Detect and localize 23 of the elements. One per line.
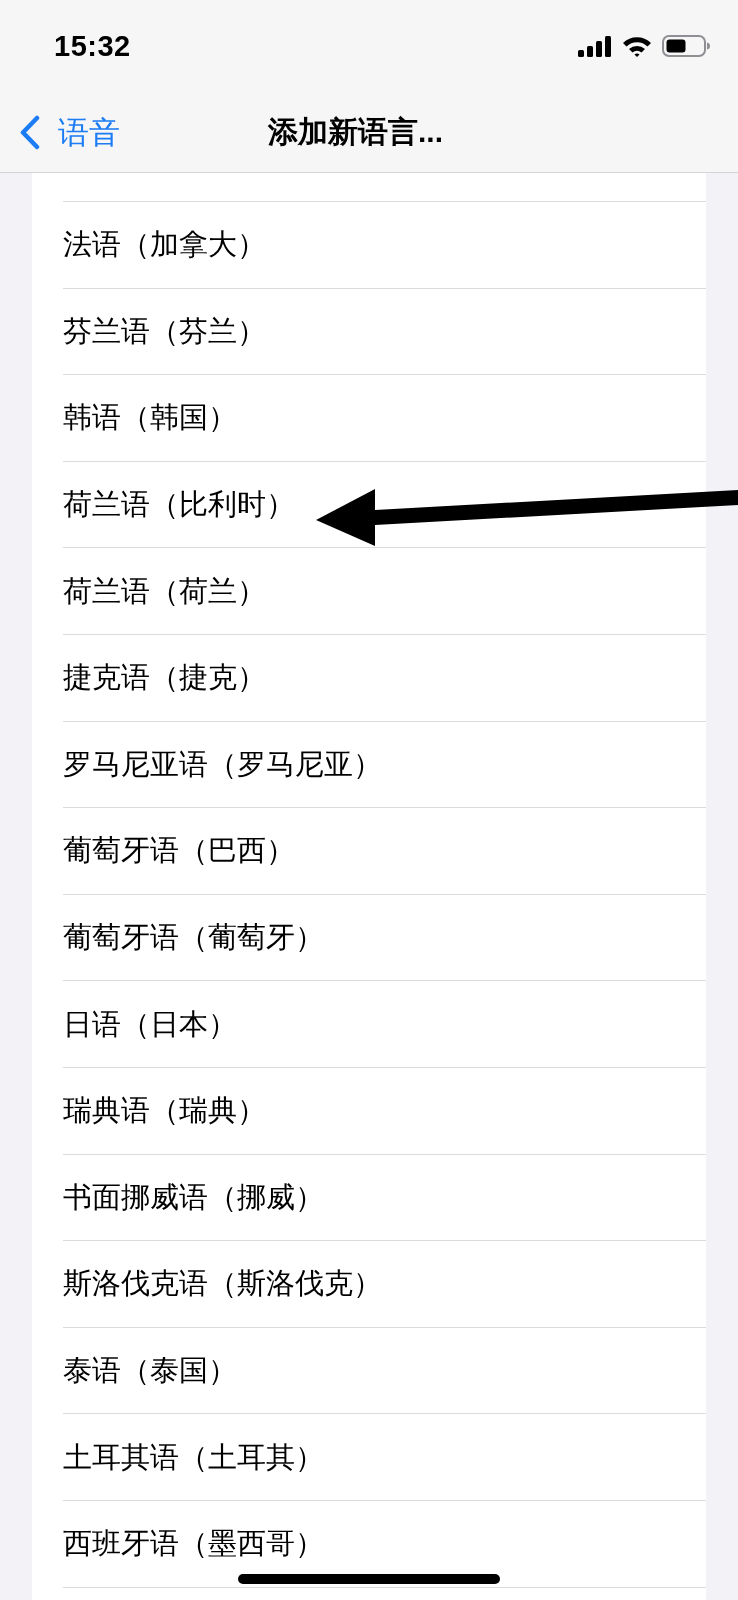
status-time: 15:32 — [54, 31, 131, 61]
language-item[interactable]: 捷克语（捷克） — [63, 663, 266, 693]
language-item[interactable]: 书面挪威语（挪威） — [63, 1182, 324, 1212]
language-item[interactable]: 芬兰语（芬兰） — [63, 316, 266, 346]
chevron-left-icon — [19, 114, 40, 150]
language-item[interactable]: 斯洛伐克语（斯洛伐克） — [63, 1269, 382, 1299]
battery-icon — [662, 35, 710, 57]
language-item[interactable]: 荷兰语（荷兰） — [63, 576, 266, 606]
back-button[interactable]: 语音 — [0, 114, 120, 150]
language-item[interactable]: 西班牙语（墨西哥） — [63, 1529, 324, 1559]
language-item[interactable]: 葡萄牙语（葡萄牙） — [63, 923, 324, 953]
language-item[interactable]: 葡萄牙语（巴西） — [63, 836, 295, 866]
language-item[interactable]: 土耳其语（土耳其） — [63, 1442, 324, 1472]
page-title: 添加新语言... — [268, 117, 443, 147]
signal-icon — [578, 35, 612, 57]
language-item[interactable]: 荷兰语（比利时） — [63, 490, 295, 520]
language-item[interactable]: 日语（日本） — [63, 1009, 237, 1039]
wifi-icon — [622, 35, 652, 57]
language-item[interactable]: 泰语（泰国） — [63, 1356, 237, 1385]
language-item[interactable]: 罗马尼亚语（罗马尼亚） — [63, 749, 382, 779]
language-item[interactable]: 法语（加拿大） — [63, 230, 266, 260]
language-item[interactable]: 韩语（韩国） — [63, 403, 237, 433]
language-item[interactable]: 瑞典语（瑞典） — [63, 1096, 266, 1126]
